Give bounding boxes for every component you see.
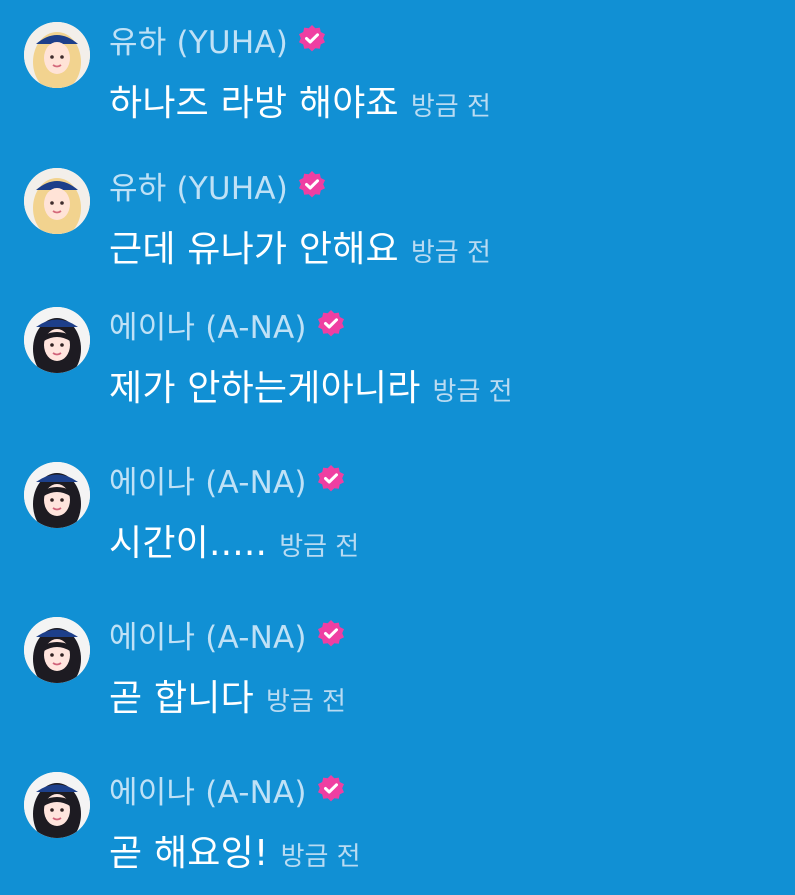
dark-hair-avatar-icon (24, 307, 90, 373)
chat-message: 유하 (YUHA) 하나즈 라방 해야죠 방금 전 (0, 22, 795, 142)
message-row: 시간이..... 방금 전 (109, 514, 359, 564)
message-time: 방금 전 (279, 532, 360, 562)
verified-badge-icon (317, 620, 344, 647)
avatar[interactable] (24, 772, 90, 838)
avatar[interactable] (24, 22, 90, 88)
author-row: 유하 (YUHA) (109, 16, 327, 62)
verified-badge-icon (299, 171, 326, 198)
dark-hair-avatar-icon (24, 772, 90, 838)
message-text: 제가 안하는게아니라 (109, 368, 421, 409)
blonde-avatar-icon (24, 22, 90, 88)
avatar[interactable] (24, 168, 90, 234)
message-text: 하나즈 라방 해야죠 (109, 83, 399, 124)
author-name[interactable]: 에이나 (A-NA) (109, 767, 307, 812)
author-row: 에이나 (A-NA) (109, 611, 346, 657)
message-row: 곧 해요잉! 방금 전 (109, 824, 361, 874)
message-text: 근데 유나가 안해요 (109, 229, 399, 270)
avatar[interactable] (24, 307, 90, 373)
chat-feed: 유하 (YUHA) 하나즈 라방 해야죠 방금 전 유하 (YUHA) 근데 유… (0, 0, 795, 895)
chat-message: 에이나 (A-NA) 제가 안하는게아니라 방금 전 (0, 307, 795, 427)
verified-badge-icon (317, 310, 344, 337)
message-row: 근데 유나가 안해요 방금 전 (109, 220, 491, 270)
dark-hair-avatar-icon (24, 462, 90, 528)
avatar[interactable] (24, 617, 90, 683)
message-time: 방금 전 (265, 687, 346, 717)
chat-message: 에이나 (A-NA) 곧 합니다 방금 전 (0, 617, 795, 737)
author-name[interactable]: 유하 (YUHA) (109, 163, 288, 208)
author-row: 에이나 (A-NA) (109, 456, 346, 502)
author-row: 에이나 (A-NA) (109, 301, 346, 347)
message-time: 방금 전 (432, 377, 513, 407)
avatar[interactable] (24, 462, 90, 528)
author-name[interactable]: 에이나 (A-NA) (109, 457, 307, 502)
message-text: 곧 합니다 (109, 678, 254, 719)
dark-hair-avatar-icon (24, 617, 90, 683)
message-row: 하나즈 라방 해야죠 방금 전 (109, 74, 491, 124)
message-time: 방금 전 (410, 92, 491, 122)
author-row: 유하 (YUHA) (109, 162, 327, 208)
verified-badge-icon (317, 465, 344, 492)
message-time: 방금 전 (410, 238, 491, 268)
message-text: 시간이..... (109, 523, 268, 564)
message-time: 방금 전 (280, 842, 361, 872)
blonde-avatar-icon (24, 168, 90, 234)
verified-badge-icon (317, 775, 344, 802)
message-text: 곧 해요잉! (109, 833, 269, 874)
verified-badge-icon (299, 25, 326, 52)
author-name[interactable]: 에이나 (A-NA) (109, 612, 307, 657)
chat-message: 유하 (YUHA) 근데 유나가 안해요 방금 전 (0, 168, 795, 288)
message-row: 곧 합니다 방금 전 (109, 669, 346, 719)
author-name[interactable]: 에이나 (A-NA) (109, 302, 307, 347)
author-name[interactable]: 유하 (YUHA) (109, 17, 288, 62)
message-row: 제가 안하는게아니라 방금 전 (109, 359, 513, 409)
author-row: 에이나 (A-NA) (109, 766, 346, 812)
chat-message: 에이나 (A-NA) 곧 해요잉! 방금 전 (0, 772, 795, 892)
chat-message: 에이나 (A-NA) 시간이..... 방금 전 (0, 462, 795, 582)
